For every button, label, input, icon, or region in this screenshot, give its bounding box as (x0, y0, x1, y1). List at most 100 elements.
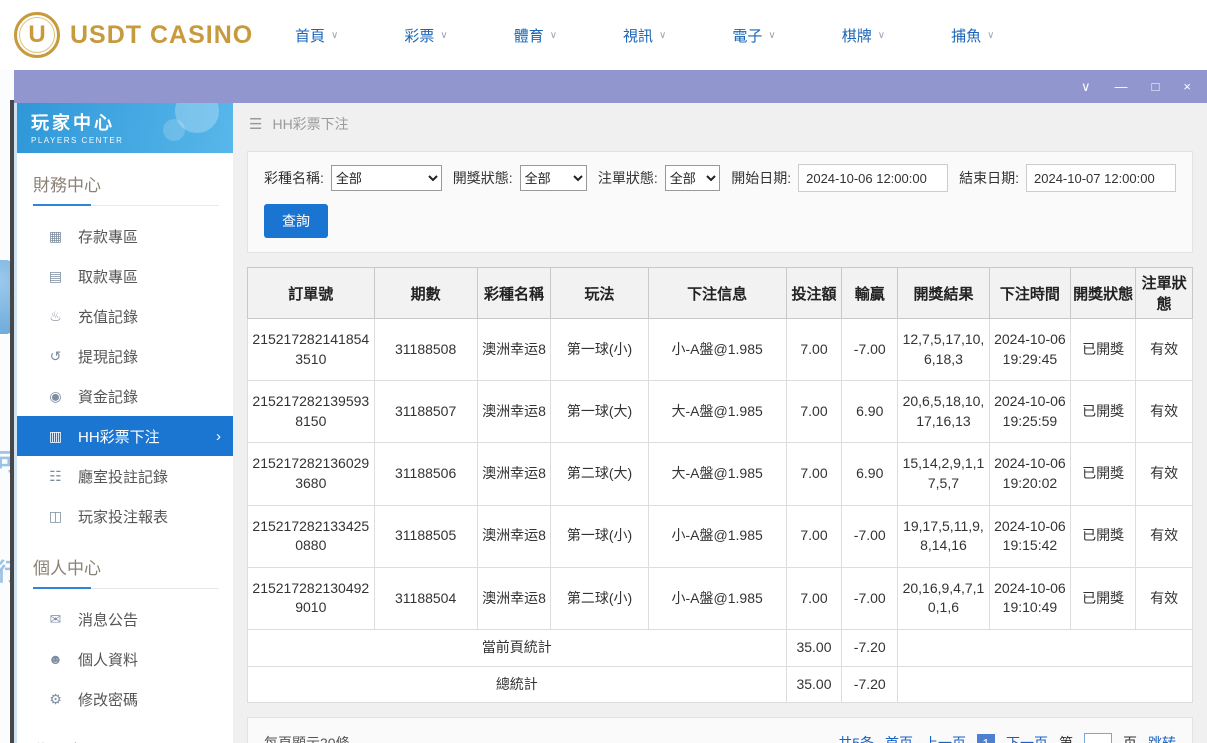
pagination-prev[interactable]: 上一页 (924, 733, 966, 743)
chevron-down-icon: ∨ (331, 29, 339, 41)
start-date-label: 開始日期: (731, 170, 792, 186)
cell-order-no: 2152172821360293680 (247, 442, 375, 506)
cell-draw-result: 20,16,9,4,7,10,1,6 (897, 566, 990, 630)
filter-panel: 彩種名稱: 全部 開獎狀態: 全部 注單狀態: 全部 開始日期: 2024-10… (247, 151, 1193, 253)
end-date-input[interactable] (1026, 164, 1176, 192)
cell-draw-result: 15,14,2,9,1,17,5,7 (897, 442, 990, 506)
sidebar-section-agent: 代理中心 (33, 737, 219, 743)
cell-order-no: 2152172821304929010 (247, 566, 375, 630)
sidebar-item-change-password[interactable]: ⚙ 修改密碼 (17, 679, 233, 719)
nav-item-label: 捕魚 (951, 27, 982, 45)
chevron-down-icon: ∨ (768, 29, 776, 41)
pagination-jump[interactable]: 跳转 (1148, 733, 1176, 743)
cell-draw-result: 19,17,5,11,9,8,14,16 (897, 504, 990, 568)
window-body: 玩家中心 PLAYERS CENTER 財務中心 ▦ 存款專區 ▤ 取款專區 ♨… (14, 103, 1207, 743)
cell-play-type: 第二球(小) (550, 566, 649, 630)
nav-item-sports[interactable]: 體育 ∨ (514, 25, 557, 46)
nav-item-label: 電子 (732, 27, 763, 45)
cell-order-no: 2152172821395938150 (247, 380, 375, 444)
table-row: 2152172821304929010 31188504 澳洲幸运8 第二球(小… (247, 566, 1193, 630)
bell-icon: ✉ (49, 610, 62, 627)
personal-menu: ✉ 消息公告 ☻ 個人資料 ⚙ 修改密碼 (17, 589, 233, 719)
sidebar: 玩家中心 PLAYERS CENTER 財務中心 ▦ 存款專區 ▤ 取款專區 ♨… (14, 103, 233, 743)
nav-item-fishing[interactable]: 捕魚 ∨ (951, 25, 994, 46)
calculator-icon: ▦ (48, 227, 63, 244)
nav-item-board-games[interactable]: 棋牌 ∨ (842, 25, 885, 46)
window-maximize-icon[interactable]: □ (1152, 80, 1160, 93)
sidebar-item-label: 修改密碼 (78, 691, 139, 709)
table-row: 2152172821418543510 31188508 澳洲幸运8 第一球(小… (247, 317, 1193, 382)
lottery-name-label: 彩種名稱: (264, 170, 324, 186)
page-summary-win-loss: -7.20 (841, 628, 899, 667)
cell-lottery-name: 澳洲幸运8 (476, 504, 552, 568)
cell-draw-status: 已開獎 (1070, 504, 1137, 568)
nav-item-home[interactable]: 首頁 ∨ (295, 25, 338, 46)
sidebar-item-hh-lottery-bets[interactable]: ▥ HH彩票下注 › (17, 416, 233, 456)
sidebar-item-hall-bet-records[interactable]: ☷ 廳室投註記錄 (17, 456, 233, 496)
hamburger-menu-icon[interactable]: ☰ (249, 115, 262, 133)
cell-bet-amount: 7.00 (785, 566, 843, 630)
start-date-input[interactable] (798, 164, 949, 192)
sidebar-item-deposit[interactable]: ▦ 存款專區 (17, 216, 233, 256)
table-row: 2152172821395938150 31188507 澳洲幸运8 第一球(大… (247, 380, 1193, 444)
table-row: 2152172821334250880 31188505 澳洲幸运8 第一球(小… (247, 504, 1193, 568)
main-content: ☰ HH彩票下注 彩種名稱: 全部 開獎狀態: 全部 注單狀態: 全部 開始日期… (233, 103, 1207, 743)
content-header: ☰ HH彩票下注 (233, 103, 1207, 145)
draw-status-select[interactable]: 全部 (519, 165, 587, 191)
brand-name: USDT CASINO (70, 20, 254, 49)
sidebar-item-fund-records[interactable]: ◉ 資金記錄 (17, 376, 233, 416)
page-jump-input[interactable] (1084, 732, 1112, 743)
cell-bet-amount: 7.00 (785, 317, 843, 382)
cell-bet-amount: 7.00 (785, 380, 843, 444)
sidebar-item-player-bet-report[interactable]: ◫ 玩家投注報表 (17, 496, 233, 536)
chevron-down-icon: ∨ (987, 29, 995, 41)
cell-bet-info: 小-A盤@1.985 (647, 566, 787, 630)
filter-row: 彩種名稱: 全部 開獎狀態: 全部 注單狀態: 全部 開始日期: 2024-10… (264, 164, 1176, 192)
cell-draw-result: 12,7,5,17,10,6,18,3 (897, 317, 990, 382)
cell-lottery-name: 澳洲幸运8 (476, 317, 552, 382)
window-titlebar: ∨ — □ × (14, 70, 1207, 103)
ticket-icon: ▥ (48, 427, 63, 444)
cell-lottery-name: 澳洲幸运8 (476, 442, 552, 506)
col-header-bet-time: 下注時間 (988, 267, 1072, 319)
search-button[interactable]: 查詢 (264, 204, 328, 238)
page-jump-suffix: 页 (1123, 733, 1137, 743)
nav-item-label: 棋牌 (841, 27, 872, 45)
col-header-draw-status: 開獎狀態 (1070, 267, 1137, 319)
sidebar-item-label: 充值記錄 (78, 308, 139, 326)
cell-bet-time: 2024-10-06 19:15:42 (988, 504, 1072, 568)
nav-item-slots[interactable]: 電子 ∨ (732, 25, 775, 46)
page-title: HH彩票下注 (272, 116, 349, 132)
pagination-first[interactable]: 首页 (885, 733, 913, 743)
sidebar-item-announcements[interactable]: ✉ 消息公告 (17, 599, 233, 639)
logo-letter: U (28, 21, 46, 48)
table-row: 2152172821360293680 31188506 澳洲幸运8 第二球(大… (247, 442, 1193, 506)
pagination-next[interactable]: 下一页 (1006, 733, 1048, 743)
pagination-current-page[interactable]: 1 (977, 734, 995, 743)
sidebar-item-profile[interactable]: ☻ 個人資料 (17, 639, 233, 679)
nav-item-live-video[interactable]: 視訊 ∨ (623, 25, 666, 46)
chevron-down-icon: ∨ (877, 29, 886, 41)
nav-item-lottery[interactable]: 彩票 ∨ (404, 25, 447, 46)
sidebar-item-withdraw[interactable]: ▤ 取款專區 (17, 256, 233, 296)
col-header-bet-info: 下注信息 (647, 267, 787, 319)
draw-status-label: 開獎狀態: (452, 170, 513, 186)
sidebar-item-label: HH彩票下注 (78, 428, 160, 446)
nav-item-label: 視訊 (623, 27, 654, 45)
lottery-name-select[interactable]: 全部 (330, 165, 442, 191)
chevron-right-icon: › (216, 427, 221, 445)
table-header-row: 訂單號 期數 彩種名稱 玩法 下注信息 投注額 輸贏 開獎結果 下注時間 開獎狀… (247, 267, 1193, 319)
window-close-icon[interactable]: × (1183, 80, 1191, 93)
total-summary-row: 總統計 35.00 -7.20 (247, 665, 1193, 704)
sidebar-item-label: 玩家投注報表 (78, 508, 169, 526)
order-status-select[interactable]: 全部 (664, 165, 721, 191)
cell-bet-time: 2024-10-06 19:10:49 (988, 566, 1072, 630)
brand-logo: U USDT CASINO (14, 12, 252, 58)
window-collapse-icon[interactable]: ∨ (1081, 80, 1091, 93)
sidebar-item-recharge-records[interactable]: ♨ 充值記錄 (17, 296, 233, 336)
sidebar-item-withdraw-records[interactable]: ↺ 提現記錄 (17, 336, 233, 376)
cell-draw-status: 已開獎 (1070, 442, 1137, 506)
window-minimize-icon[interactable]: — (1115, 80, 1128, 93)
nav-item-label: 首頁 (295, 27, 326, 45)
site-topbar: U USDT CASINO 首頁 ∨ 彩票 ∨ 體育 ∨ 視訊 ∨ 電子 ∨ 棋… (0, 0, 1207, 70)
